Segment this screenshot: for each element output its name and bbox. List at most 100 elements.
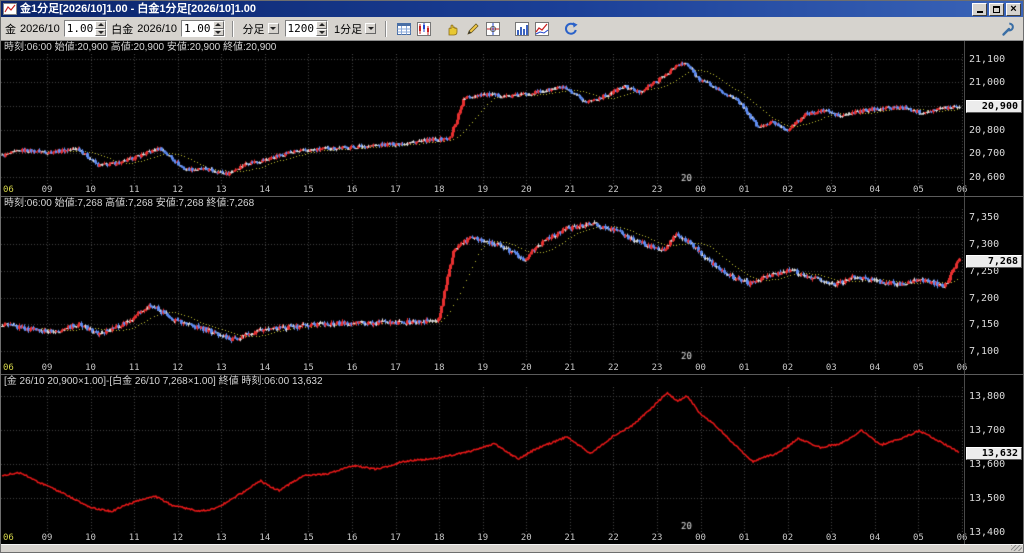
platinum-contract[interactable]: 2026/10 (137, 23, 177, 35)
restore-icon (993, 5, 1000, 13)
refresh-icon[interactable] (561, 19, 581, 39)
bar-period-value: 1分足 (334, 23, 363, 36)
x-tick-label: 23 (651, 533, 663, 543)
x-tick-label: 05 (913, 185, 924, 195)
x-tick-label: 14 (259, 533, 271, 543)
x-tick-label: 21 (564, 533, 576, 543)
platinum-time-axis: 06 09 10 11 12 13 14 15 16 17 18 19 20 21 22 23 00 01 02 03… (1, 362, 967, 374)
close-button[interactable]: × (1006, 2, 1021, 16)
x-tick-label: 04 (869, 533, 881, 543)
x-tick-label: 02 (782, 363, 794, 373)
up-arrow-icon (97, 23, 104, 27)
minimize-button[interactable] (972, 2, 987, 16)
x-tick-label: 04 (869, 363, 881, 373)
spin-down-button[interactable] (95, 28, 107, 36)
down-arrow-icon (318, 30, 325, 34)
restore-button[interactable] (989, 2, 1004, 16)
bar-period-dropdown[interactable]: 1分足 (332, 20, 378, 37)
x-tick-label: 18 (433, 533, 445, 543)
indicator-icon[interactable] (532, 19, 552, 39)
bar-count-spinner[interactable]: 1200 (284, 20, 329, 37)
hand-tool-icon[interactable] (443, 19, 463, 39)
x-tick-label: 12 (172, 363, 184, 373)
gold-contract[interactable]: 2026/10 (20, 23, 60, 35)
x-tick-label: 22 (608, 185, 619, 195)
settings-wrench-icon[interactable] (999, 19, 1019, 39)
x-tick-label: 18 (433, 185, 445, 195)
spin-up-button[interactable] (212, 21, 224, 29)
y-tick-label: 7,150 (969, 319, 1000, 331)
x-tick-label: 12 (172, 533, 184, 543)
candle-chart-icon[interactable] (414, 19, 434, 39)
resize-grip[interactable] (1011, 545, 1022, 551)
x-tick-label: 11 (128, 363, 140, 373)
x-tick-label: 21 (564, 363, 576, 373)
x-tick-label: 09 (41, 363, 53, 373)
x-tick-label: 22 (608, 363, 619, 373)
y-tick-label: 13,600 (969, 458, 1006, 470)
toolbar-separator (231, 20, 234, 37)
up-arrow-icon (215, 23, 222, 27)
gold-time-axis: 06 09 10 11 12 13 14 15 16 17 18 19 20 21 22 23 00 01 02 03… (1, 184, 967, 196)
chart-panel-platinum: 時刻:06:00 始値:7,268 高値:7,268 安値:7,268 終値:7… (1, 196, 1023, 374)
minimize-icon (976, 10, 983, 13)
last-price-badge: 13,632 (966, 446, 1022, 460)
titlebar[interactable]: 金1分足[2026/10]1.00 - 白金1分足[2026/10]1.00 × (1, 1, 1023, 17)
platinum-price-axis: 7,350 7,300 7,250 7,200 7,150 7,100 7,268 (964, 196, 1023, 374)
chart-grid-icon[interactable] (394, 19, 414, 39)
y-tick-label: 13,800 (969, 390, 1006, 402)
x-tick-label: 10 (85, 533, 96, 543)
x-tick-label: 02 (782, 185, 794, 195)
y-tick-label: 20,600 (969, 171, 1006, 183)
spin-down-button[interactable] (212, 28, 224, 36)
gold-ratio-spinner[interactable]: 1.00 (63, 20, 108, 37)
x-tick-label: 20 (520, 185, 532, 195)
x-tick-label: 20 (520, 533, 532, 543)
platinum-ratio-value[interactable]: 1.00 (182, 21, 213, 36)
x-tick-label: 01 (738, 185, 750, 195)
gold-ratio-value[interactable]: 1.00 (65, 21, 96, 36)
platinum-label: 白金 (111, 23, 134, 36)
y-tick-label: 20,700 (969, 148, 1006, 160)
spin-up-button[interactable] (95, 21, 107, 29)
platinum-ratio-spinner[interactable]: 1.00 (181, 20, 225, 37)
platinum-chart-canvas[interactable] (1, 209, 963, 362)
bar-chart-icon[interactable] (512, 19, 532, 39)
bar-count-value[interactable]: 1200 (286, 21, 317, 36)
x-tick-label: 23 (651, 185, 663, 195)
spread-price-axis: 13,800 13,700 13,600 13,500 13,400 13,632 (964, 374, 1023, 544)
x-tick-label: 02 (782, 533, 794, 543)
dropdown-arrow-button[interactable] (365, 23, 377, 34)
chart-area: 時刻:06:00 始値:20,900 高値:20,900 安値:20,900 終… (1, 41, 1023, 544)
x-tick-label: 22 (608, 533, 619, 543)
spin-down-button[interactable] (316, 28, 328, 36)
platinum-info-bar: 時刻:06:00 始値:7,268 高値:7,268 安値:7,268 終値:7… (1, 196, 1023, 209)
x-tick-label: 05 (913, 533, 924, 543)
app-window: 金1分足[2026/10]1.00 - 白金1分足[2026/10]1.00 ×… (0, 0, 1024, 553)
spin-up-button[interactable] (316, 21, 328, 29)
bar-type-value: 分足 (242, 23, 265, 36)
dropdown-arrow-button[interactable] (267, 23, 279, 34)
spread-time-axis: 06 09 10 11 12 13 14 15 16 17 18 19 20 21 22 23 00 01 02 03… (1, 532, 967, 544)
x-tick-label: 04 (869, 185, 881, 195)
draw-tool-icon[interactable] (463, 19, 483, 39)
x-tick-label: 14 (259, 185, 271, 195)
x-tick-label: 10 (85, 363, 96, 373)
gold-chart-canvas[interactable] (1, 54, 963, 184)
x-tick-label: 12 (172, 185, 184, 195)
chart-panel-gold: 時刻:06:00 始値:20,900 高値:20,900 安値:20,900 終… (1, 41, 1023, 196)
x-tick-label: 19 (477, 533, 489, 543)
crosshair-tool-icon[interactable] (483, 19, 503, 39)
x-tick-label: 11 (128, 533, 140, 543)
x-tick-label: 17 (390, 185, 401, 195)
app-icon (3, 3, 17, 15)
chart-panel-spread: [金 26/10 20,900×1.00]-[白金 26/10 7,268×1.… (1, 374, 1023, 544)
x-tick-label: 23 (651, 363, 663, 373)
chevron-down-icon (270, 27, 277, 30)
spread-chart-canvas[interactable] (1, 387, 963, 532)
x-tick-label: 15 (303, 533, 314, 543)
bar-type-dropdown[interactable]: 分足 (241, 20, 281, 37)
x-tick-label: 01 (738, 363, 750, 373)
x-tick-label: 17 (390, 533, 401, 543)
x-tick-label: 00 (695, 533, 706, 543)
